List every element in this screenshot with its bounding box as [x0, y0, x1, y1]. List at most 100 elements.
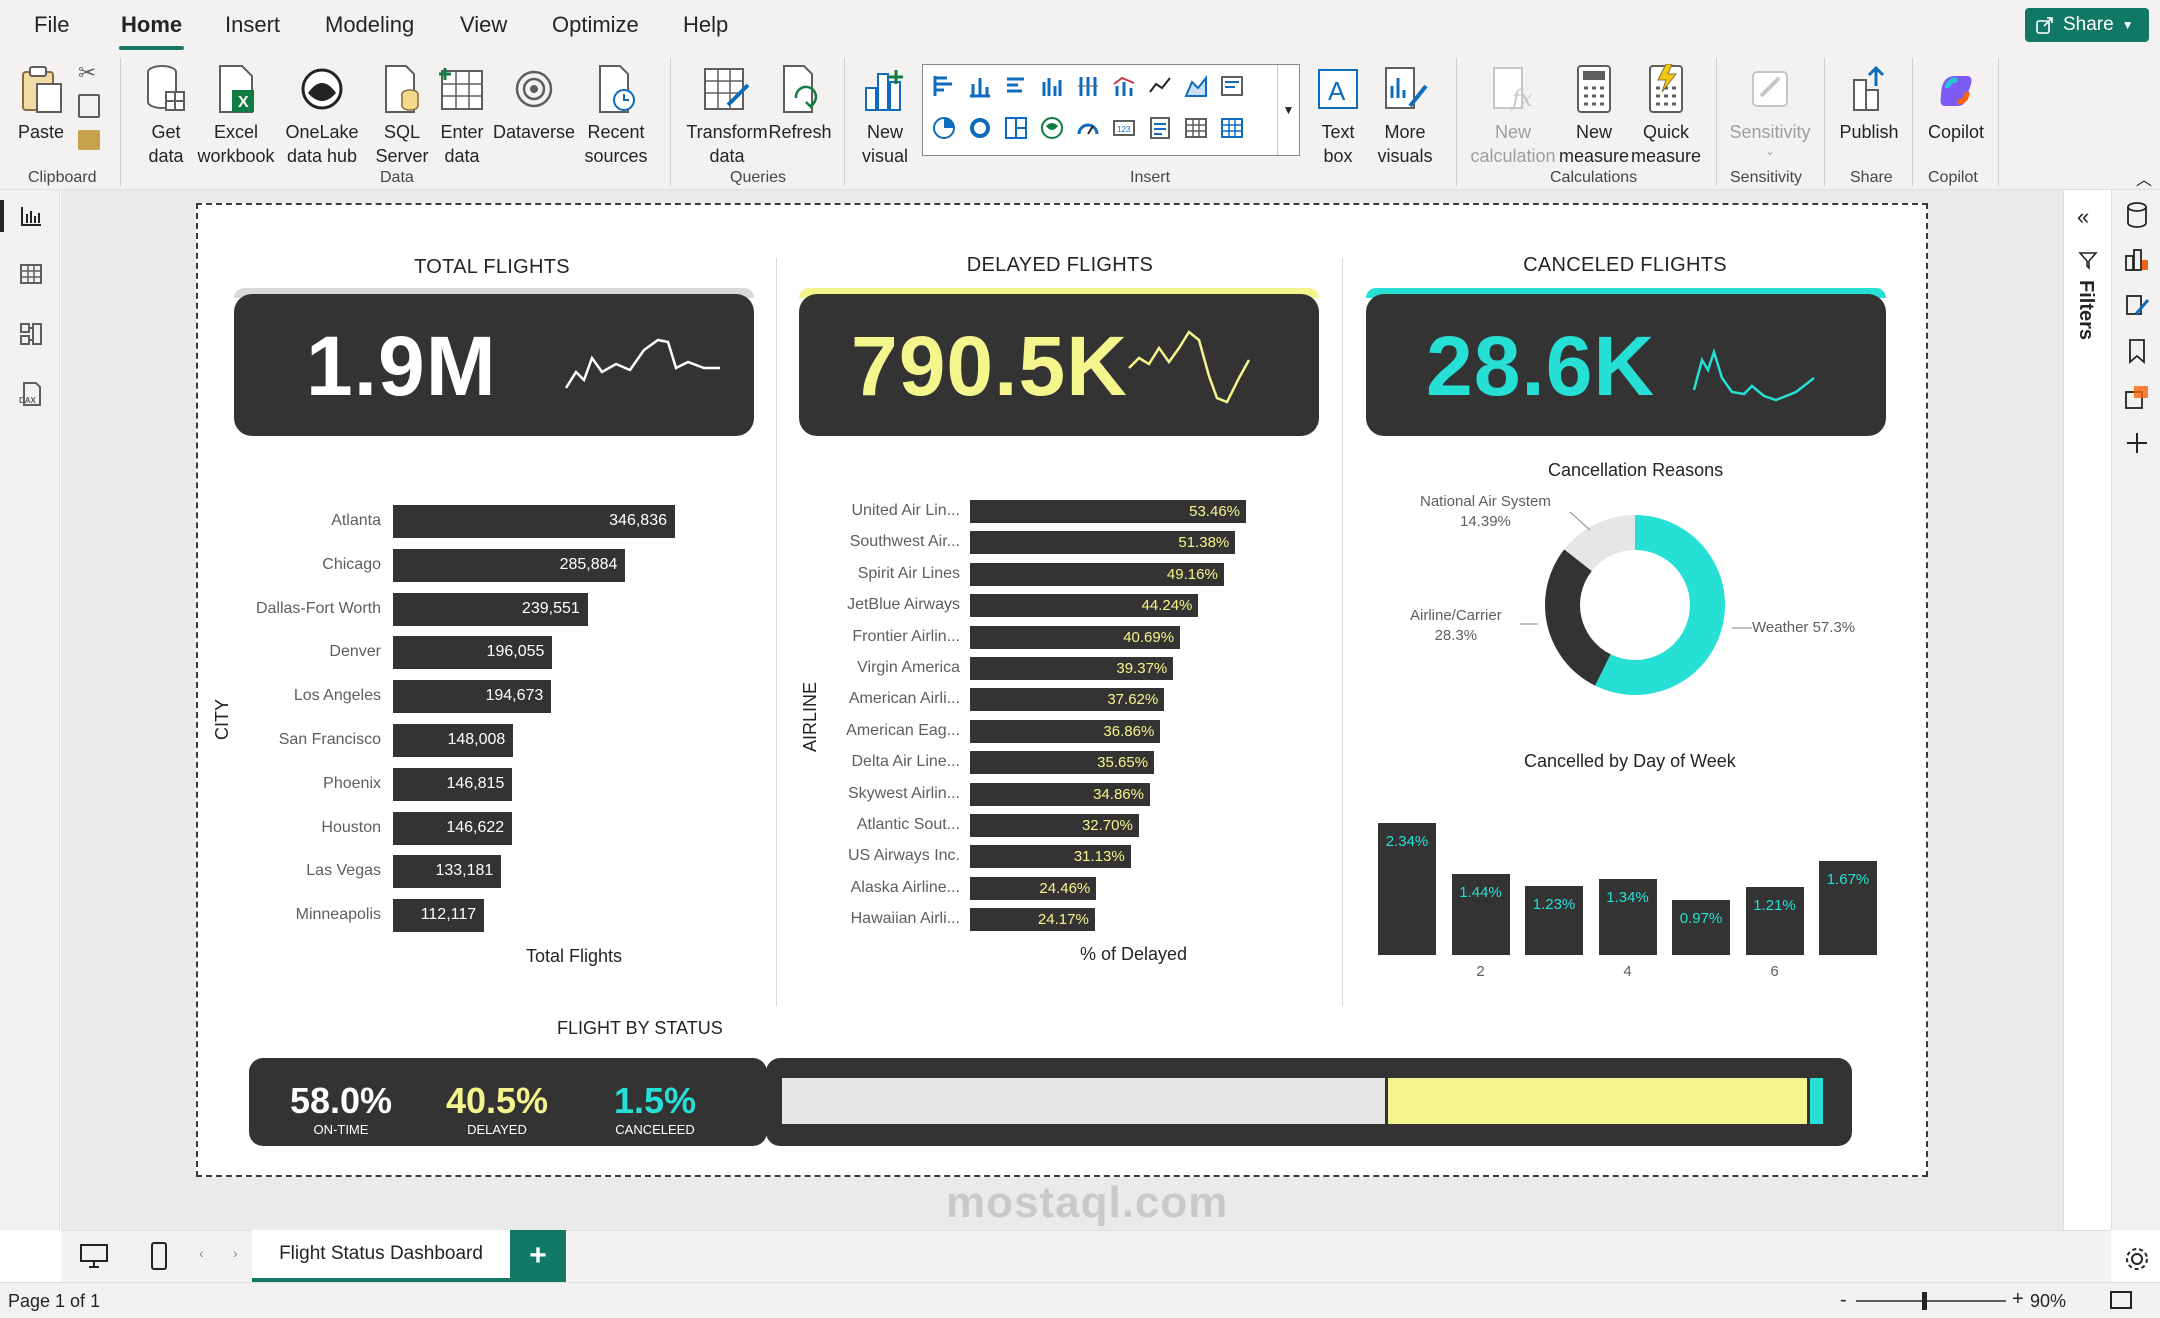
new-visual-button[interactable]: New visual [856, 62, 914, 168]
recent-sources-button[interactable]: Recent sources [584, 62, 648, 168]
collapse-ribbon-icon[interactable]: ︿ [2136, 166, 2152, 190]
zoom-slider[interactable] [1856, 1292, 2006, 1310]
zoom-out-button[interactable]: - [1840, 1289, 1847, 1312]
excel-workbook-button[interactable]: X Excel workbook [196, 62, 276, 168]
selection-pane-icon[interactable] [2122, 382, 2152, 412]
refresh-button[interactable]: Refresh [768, 62, 832, 144]
new-calculation-button[interactable]: fx New calculation [1468, 62, 1558, 168]
menu-file[interactable]: File [34, 12, 69, 38]
clustered-bar-icon[interactable] [1001, 71, 1031, 101]
dow-tick: 4 [1623, 963, 1632, 980]
table-view-icon[interactable] [15, 258, 47, 290]
report-view-icon[interactable] [0, 200, 47, 232]
kpi-value-delayed: 790.5K [851, 319, 1128, 413]
model-view-icon[interactable] [15, 318, 47, 350]
menu-help[interactable]: Help [683, 12, 728, 38]
quick-measure-button[interactable]: Quick measure [1630, 62, 1702, 168]
visualizations-pane-icon[interactable] [2122, 244, 2152, 274]
menu-view[interactable]: View [460, 12, 507, 38]
treemap-icon[interactable] [1001, 113, 1031, 143]
group-data: Data [380, 169, 414, 186]
desktop-layout-icon[interactable] [79, 1243, 109, 1274]
next-page-icon[interactable]: › [233, 1245, 238, 1261]
format-painter-icon[interactable] [78, 130, 100, 150]
more-visuals-button[interactable]: More visuals [1370, 62, 1440, 168]
settings-gear-icon[interactable] [2122, 1244, 2152, 1274]
airline-label: Hawaiian Airli... [850, 910, 960, 928]
add-pane-icon[interactable] [2122, 428, 2152, 458]
line-chart-icon[interactable] [1145, 71, 1175, 101]
format-pane-icon[interactable] [2122, 290, 2152, 320]
map-icon[interactable] [1037, 113, 1067, 143]
kpi-icon[interactable] [1145, 113, 1175, 143]
filters-pane[interactable]: « [2063, 190, 2111, 1230]
dax-query-view-icon[interactable]: DAX [15, 378, 47, 410]
sensitivity-button[interactable]: Sensitivity ⌄ [1729, 62, 1811, 158]
text-box-button[interactable]: A Text box [1310, 62, 1366, 168]
pie-chart-icon[interactable] [929, 113, 959, 143]
get-data-button[interactable]: Get data [136, 62, 196, 168]
publish-label: Publish [1839, 122, 1899, 142]
prev-page-icon[interactable]: ‹ [199, 1245, 204, 1261]
collapse-pane-icon[interactable]: « [2077, 204, 2089, 230]
bookmark-icon[interactable] [2122, 336, 2152, 366]
new-calc-label: New calculation [1470, 122, 1556, 166]
stacked-column-100-icon[interactable] [1073, 71, 1103, 101]
stacked-column-icon[interactable] [965, 71, 995, 101]
publish-button[interactable]: Publish [1834, 62, 1904, 144]
line-column-icon[interactable] [1109, 71, 1139, 101]
cut-icon[interactable]: ✂ [78, 60, 96, 86]
airline-value: 37.62% [1107, 691, 1159, 709]
city-value: 112,117 [420, 906, 477, 924]
zoom-in-button[interactable]: + [2012, 1288, 2024, 1311]
table-visual-icon[interactable] [1181, 113, 1211, 143]
status-segment[interactable] [1387, 1078, 1811, 1124]
status-delayed-value: 40.5% [445, 1080, 549, 1121]
dataverse-button[interactable]: Dataverse [493, 62, 575, 144]
zoom-slider-thumb[interactable] [1922, 1292, 1927, 1310]
kpi-card-total[interactable]: 1.9M [234, 294, 754, 436]
gallery-expand-icon[interactable]: ▼ [1277, 65, 1299, 155]
fit-to-page-icon[interactable] [2110, 1291, 2132, 1309]
new-measure-button[interactable]: New measure [1558, 62, 1630, 168]
status-summary-card[interactable]: 58.0% ON-TIME 40.5% DELAYED 1.5% CANCELE… [249, 1058, 767, 1146]
kpi-card-canceled[interactable]: 28.6K [1366, 294, 1886, 436]
donut-chart-icon[interactable] [965, 113, 995, 143]
menu-insert[interactable]: Insert [225, 12, 280, 38]
enter-data-button[interactable]: Enter data [436, 62, 488, 168]
stacked-bar-icon[interactable] [929, 71, 959, 101]
share-button[interactable]: Share ▼ [2025, 8, 2149, 42]
area-chart-icon[interactable] [1181, 71, 1211, 101]
group-clipboard: Clipboard [28, 169, 97, 186]
matrix-icon[interactable] [1217, 113, 1247, 143]
visual-gallery[interactable]: 123 ▼ [922, 64, 1300, 156]
status-segment[interactable] [782, 1078, 1388, 1124]
clustered-column-icon[interactable] [1037, 71, 1067, 101]
copilot-button[interactable]: Copilot [1924, 62, 1988, 144]
chevron-down-icon[interactable]: ▼ [2122, 18, 2134, 32]
card-icon[interactable]: 123 [1109, 113, 1139, 143]
gauge-icon[interactable] [1073, 113, 1103, 143]
donut-leader-weather [1732, 627, 1752, 629]
kpi-card-delayed[interactable]: 790.5K [799, 294, 1319, 436]
status-segment[interactable] [1810, 1078, 1826, 1124]
sql-server-button[interactable]: SQL Server [372, 62, 432, 168]
recent-label: Recent sources [584, 122, 648, 166]
ribbon: Paste ✂ Clipboard Get data X Excel workb… [0, 50, 2160, 190]
copy-icon[interactable] [78, 94, 100, 118]
add-page-button[interactable]: + [510, 1230, 566, 1282]
sparkline-delayed [1128, 330, 1251, 404]
tab-flight-status-dashboard[interactable]: Flight Status Dashboard [252, 1230, 510, 1282]
onelake-button[interactable]: OneLake data hub [280, 62, 364, 168]
filters-label[interactable]: Filters [2074, 280, 2097, 340]
ribbon-chart-icon[interactable] [1217, 71, 1247, 101]
menu-modeling[interactable]: Modeling [325, 12, 414, 38]
svg-text:A: A [1328, 76, 1346, 106]
paste-button[interactable]: Paste [14, 62, 68, 144]
menu-optimize[interactable]: Optimize [552, 12, 639, 38]
mobile-layout-icon[interactable] [149, 1241, 169, 1276]
data-pane-icon[interactable] [2122, 200, 2152, 230]
status-bar-card[interactable] [766, 1058, 1852, 1146]
transform-data-button[interactable]: Transform data [684, 62, 770, 168]
menu-home[interactable]: Home [118, 12, 185, 50]
